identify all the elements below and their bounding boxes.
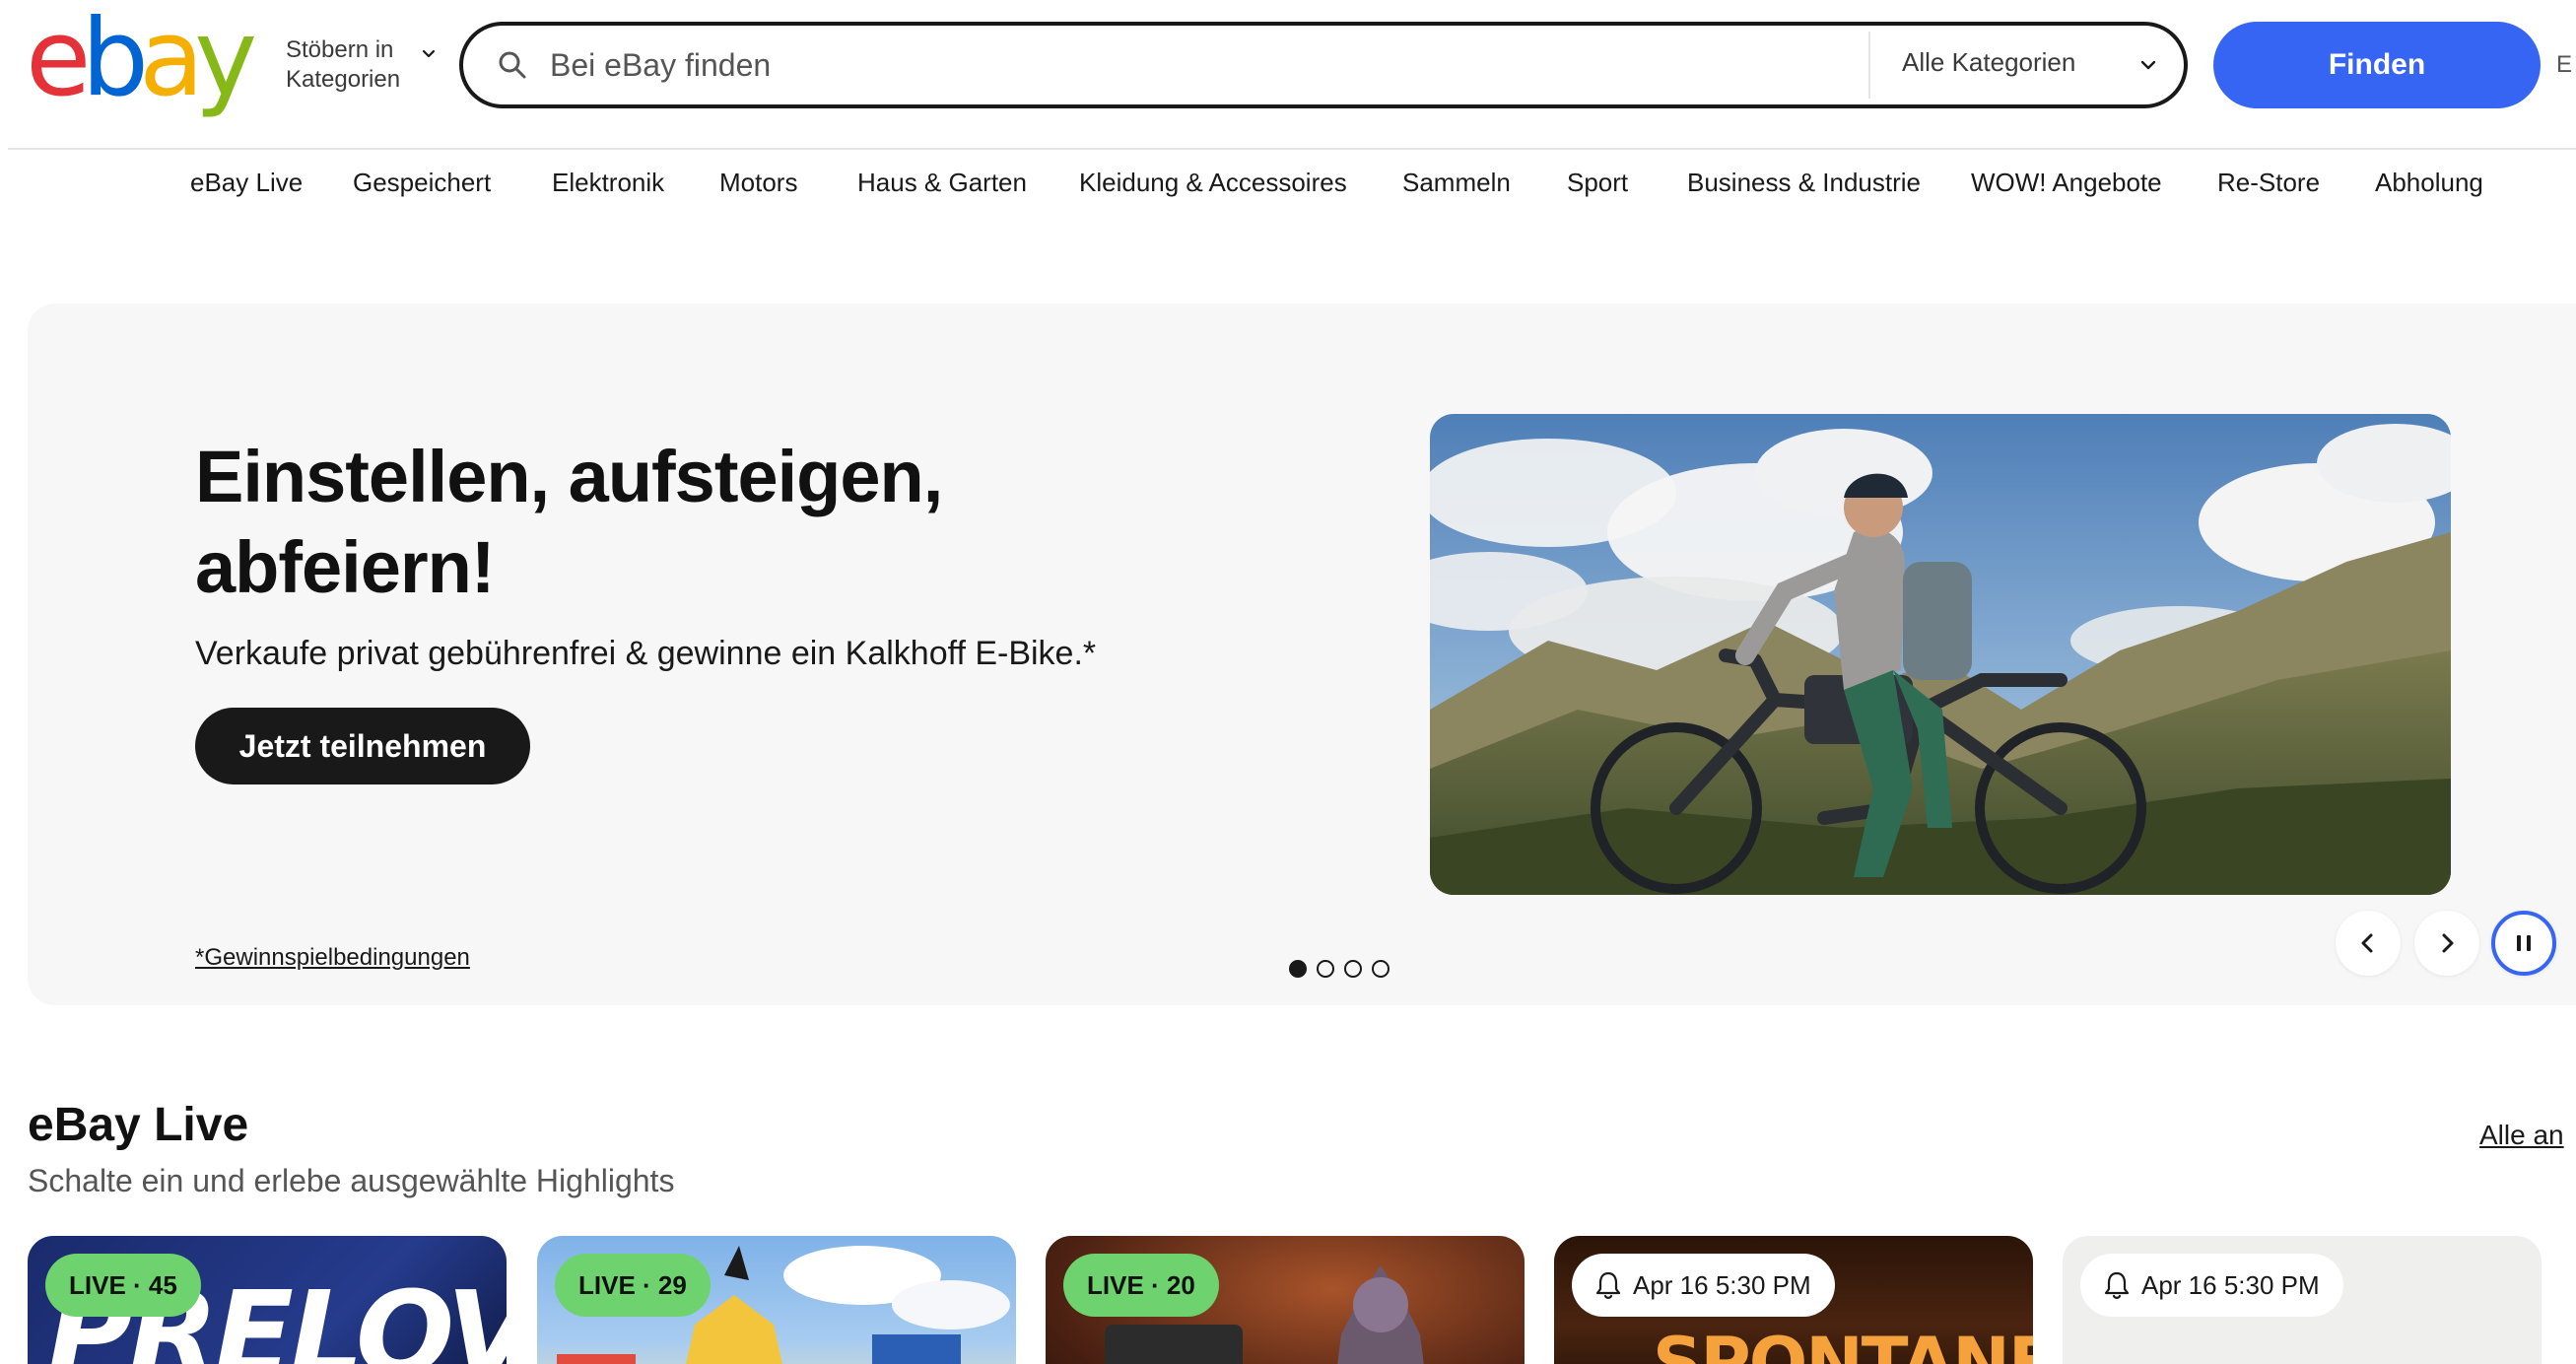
header: ebay Stöbern in Kategorien Alle Kategori… (0, 0, 2576, 150)
live-badge: LIVE · 20 (1063, 1254, 1219, 1317)
carousel-dot-3[interactable] (1344, 960, 1362, 978)
carousel-prev-button[interactable] (2336, 911, 2401, 976)
chevron-down-icon[interactable] (2138, 55, 2158, 75)
section-subtitle: Schalte ein und erlebe ausgewählte Highl… (28, 1163, 675, 1198)
hero-title-line2: abfeiern! (195, 526, 496, 608)
chevron-right-icon (2442, 933, 2454, 953)
header-divider (8, 148, 2576, 150)
carousel-dot-2[interactable] (1317, 960, 1334, 978)
nav-item-kleidung[interactable]: Kleidung & Accessoires (1079, 168, 1347, 198)
chevron-down-icon (422, 49, 436, 58)
nav-item-re-store[interactable]: Re-Store (2217, 168, 2320, 198)
nav-item-ebay-live[interactable]: eBay Live (190, 168, 303, 198)
see-all-link[interactable]: Alle an (2479, 1120, 2564, 1151)
live-card[interactable]: LIVE · 20 (1046, 1236, 1525, 1364)
carousel-indicators (1289, 960, 1397, 980)
logo-letter-b: b (81, 0, 148, 120)
nav-item-sammeln[interactable]: Sammeln (1402, 168, 1511, 198)
find-button[interactable]: Finden (2213, 22, 2541, 108)
carousel-dot-4[interactable] (1372, 960, 1390, 978)
schedule-time: Apr 16 5:30 PM (2141, 1270, 2320, 1300)
hero-banner: Einstellen, aufsteigen, abfeiern! Verkau… (28, 304, 2576, 1005)
carousel-next-button[interactable] (2414, 911, 2479, 976)
bell-icon (1595, 1271, 1621, 1299)
live-card[interactable]: LIVE · 29 (537, 1236, 1016, 1364)
hero-subtitle: Verkaufe privat gebührenfrei & gewinne e… (195, 635, 1097, 672)
hero-title: Einstellen, aufsteigen, abfeiern! (195, 432, 1279, 613)
nav-item-haus-garten[interactable]: Haus & Garten (857, 168, 1027, 198)
schedule-badge: Apr 16 5:30 PM (1572, 1254, 1835, 1317)
browse-label-line1: Stöbern in (286, 36, 394, 63)
nav-item-gespeichert[interactable]: Gespeichert (353, 168, 491, 198)
nav-item-wow-angebote[interactable]: WOW! Angebote (1971, 168, 2162, 198)
logo-letter-e: e (26, 0, 92, 120)
carousel-pause-button[interactable] (2491, 911, 2556, 976)
nav-item-elektronik[interactable]: Elektronik (552, 168, 664, 198)
nav-item-motors[interactable]: Motors (719, 168, 797, 198)
scheduled-card[interactable]: Apr 16 5:30 PM (2063, 1236, 2542, 1364)
scheduled-card[interactable]: SPONTANER Apr 16 5:30 PM (1554, 1236, 2033, 1364)
live-badge: LIVE · 29 (555, 1254, 711, 1317)
browse-label-line2: Kategorien (286, 66, 401, 93)
hero-title-line1: Einstellen, aufsteigen, (195, 436, 943, 517)
nav-item-business[interactable]: Business & Industrie (1687, 168, 1921, 198)
join-now-button[interactable]: Jetzt teilnehmen (195, 708, 530, 784)
search-input[interactable] (550, 39, 1535, 91)
carousel-dot-1[interactable] (1289, 960, 1307, 978)
advanced-search-link[interactable]: E (2556, 51, 2572, 79)
terms-link[interactable]: *Gewinnspielbedingungen (195, 944, 470, 972)
category-select[interactable]: Alle Kategorien (1902, 47, 2075, 78)
category-nav: eBay Live Gespeichert Elektronik Motors … (0, 168, 2576, 207)
section-title: eBay Live (28, 1099, 249, 1151)
search-divider (1868, 32, 1870, 99)
schedule-badge: Apr 16 5:30 PM (2080, 1254, 2343, 1317)
schedule-time: Apr 16 5:30 PM (1633, 1270, 1811, 1300)
logo-letter-y: y (194, 0, 257, 120)
search-bar: Alle Kategorien (459, 22, 2188, 108)
card-art-text: SPONTANER (1653, 1323, 2033, 1364)
nav-item-sport[interactable]: Sport (1567, 168, 1628, 198)
live-card[interactable]: PRELOVED LIVE · 45 (28, 1236, 507, 1364)
live-badge: LIVE · 45 (45, 1254, 201, 1317)
bell-icon (2104, 1271, 2130, 1299)
search-icon (499, 51, 526, 79)
logo-letter-a: a (139, 0, 204, 120)
pause-icon (2517, 935, 2531, 951)
browse-categories-button[interactable]: Stöbern in Kategorien (286, 35, 436, 95)
nav-item-abholung[interactable]: Abholung (2375, 168, 2483, 198)
hero-image-cyclist[interactable] (1430, 414, 2451, 895)
ebay-logo[interactable]: ebay (26, 6, 257, 112)
chevron-left-icon (2361, 933, 2373, 953)
